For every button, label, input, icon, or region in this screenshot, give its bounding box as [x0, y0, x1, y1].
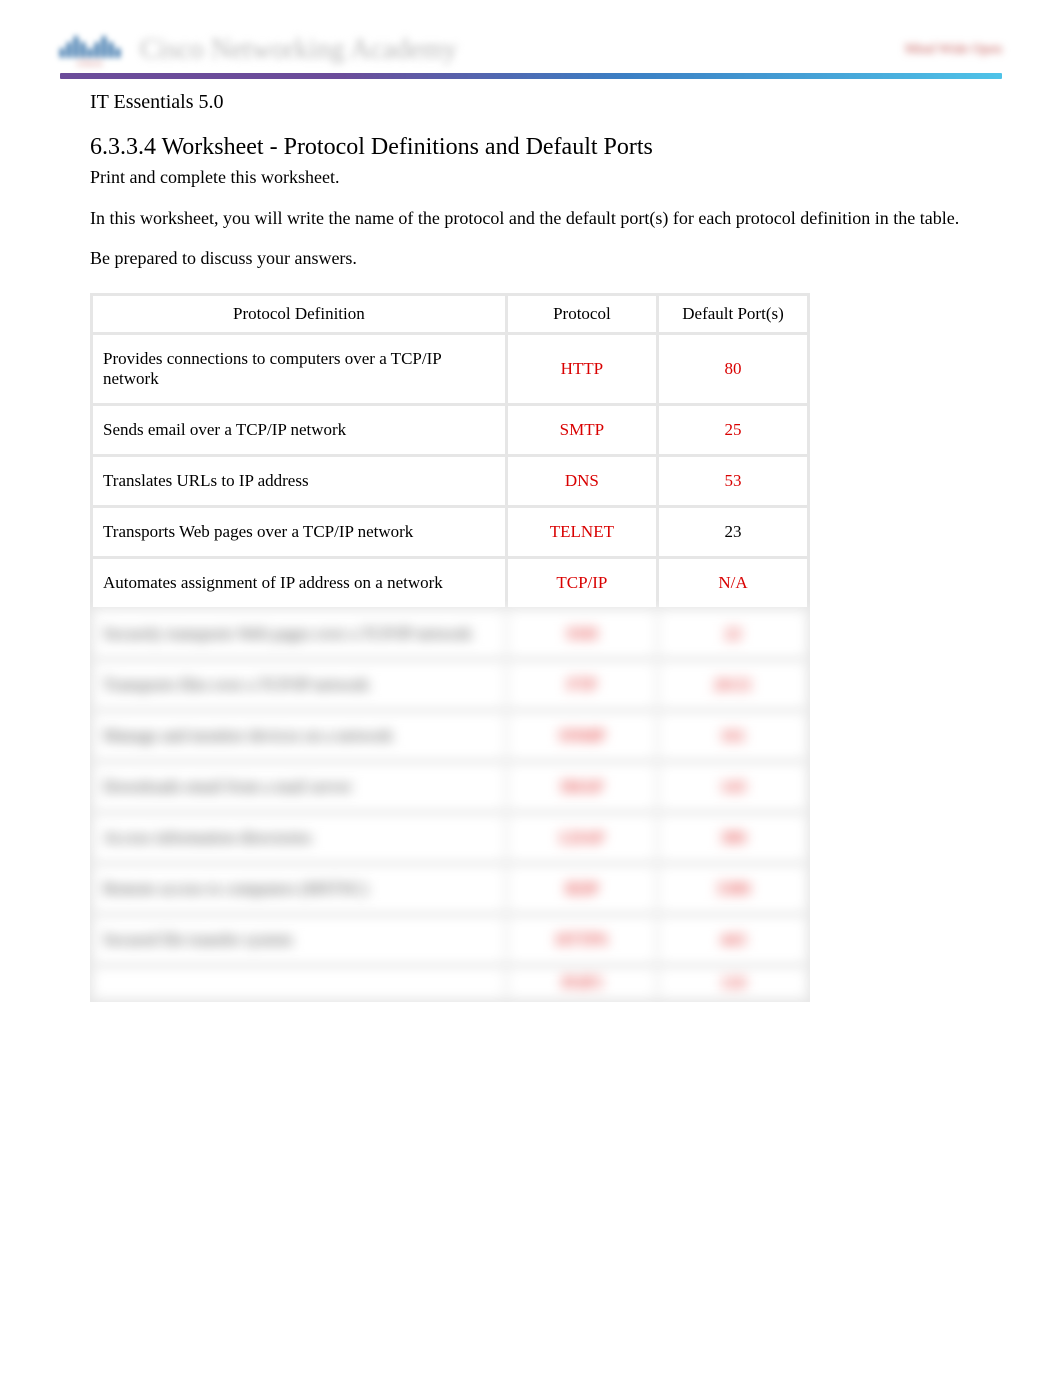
cell-definition: Manage and monitor devices on a network [93, 712, 505, 760]
cell-protocol: FTP [508, 661, 656, 709]
table-row: Transports files over a TCP/IP networkFT… [93, 661, 807, 709]
prepared-note: Be prepared to discuss your answers. [90, 248, 972, 269]
cell-protocol: HTTP [508, 335, 656, 403]
header-port: Default Port(s) [659, 296, 807, 332]
table-row: Secured file transfer systemHTTPS443 [93, 916, 807, 964]
table-row: Sends email over a TCP/IP networkSMTP25 [93, 406, 807, 454]
table-row: Translates URLs to IP addressDNS53 [93, 457, 807, 505]
cell-protocol: POP3 [508, 967, 656, 999]
header-bar: cisco Cisco Networking Academy Mind Wide… [60, 30, 1002, 73]
cell-definition: Automates assignment of IP address on a … [93, 559, 505, 607]
cell-protocol: TCP/IP [508, 559, 656, 607]
logo-text: cisco [77, 58, 103, 69]
cell-definition: Provides connections to computers over a… [93, 335, 505, 403]
cell-port: 25 [659, 406, 807, 454]
academy-label: Cisco Networking Academy [140, 34, 457, 66]
table-row: Securely transports Web pages over a TCP… [93, 610, 807, 658]
cell-port: 20/21 [659, 661, 807, 709]
logo-area: cisco Cisco Networking Academy [60, 30, 457, 69]
cell-definition: Downloads email from a mail server [93, 763, 505, 811]
cell-definition: Remote access to computers (MSTSC) [93, 865, 505, 913]
cell-definition: Securely transports Web pages over a TCP… [93, 610, 505, 658]
cell-port: 23 [659, 508, 807, 556]
table-row: Transports Web pages over a TCP/IP netwo… [93, 508, 807, 556]
cell-definition: Translates URLs to IP address [93, 457, 505, 505]
protocol-table: Protocol Definition Protocol Default Por… [90, 293, 810, 1002]
cell-definition [93, 967, 505, 999]
cell-definition: Access information directories [93, 814, 505, 862]
table-row: Manage and monitor devices on a networkS… [93, 712, 807, 760]
table-header-row: Protocol Definition Protocol Default Por… [93, 296, 807, 332]
header-protocol: Protocol [508, 296, 656, 332]
cell-definition: Transports Web pages over a TCP/IP netwo… [93, 508, 505, 556]
cell-protocol: HTTPS [508, 916, 656, 964]
table-row: POP3110 [93, 967, 807, 999]
table-row: Access information directoriesLDAP389 [93, 814, 807, 862]
cell-port: 389 [659, 814, 807, 862]
table-row: Automates assignment of IP address on a … [93, 559, 807, 607]
header-right-text: Mind Wide Open [905, 42, 1002, 58]
header-definition: Protocol Definition [93, 296, 505, 332]
table-row: Provides connections to computers over a… [93, 335, 807, 403]
cell-port: 110 [659, 967, 807, 999]
cell-port: 443 [659, 916, 807, 964]
cell-protocol: RDP [508, 865, 656, 913]
print-instruction: Print and complete this worksheet. [90, 167, 972, 188]
cell-definition: Sends email over a TCP/IP network [93, 406, 505, 454]
cell-protocol: TELNET [508, 508, 656, 556]
gradient-divider [60, 73, 1002, 79]
cell-port: 161 [659, 712, 807, 760]
cell-protocol: IMAP [508, 763, 656, 811]
worksheet-description: In this worksheet, you will write the na… [90, 206, 972, 230]
cell-definition: Secured file transfer system [93, 916, 505, 964]
cell-protocol: SMTP [508, 406, 656, 454]
cell-protocol: SSH [508, 610, 656, 658]
table-row: Downloads email from a mail serverIMAP14… [93, 763, 807, 811]
content-area: IT Essentials 5.0 6.3.3.4 Worksheet - Pr… [60, 91, 1002, 1002]
cell-port: N/A [659, 559, 807, 607]
cell-port: 3389 [659, 865, 807, 913]
cell-port: 22 [659, 610, 807, 658]
cisco-logo-icon: cisco [60, 30, 120, 69]
table-row: Remote access to computers (MSTSC)RDP338… [93, 865, 807, 913]
cell-protocol: SNMP [508, 712, 656, 760]
cell-protocol: DNS [508, 457, 656, 505]
cell-port: 143 [659, 763, 807, 811]
cell-protocol: LDAP [508, 814, 656, 862]
cell-port: 53 [659, 457, 807, 505]
course-name: IT Essentials 5.0 [90, 91, 972, 114]
cell-port: 80 [659, 335, 807, 403]
cell-definition: Transports files over a TCP/IP network [93, 661, 505, 709]
page-title: 6.3.3.4 Worksheet - Protocol Definitions… [90, 134, 972, 161]
